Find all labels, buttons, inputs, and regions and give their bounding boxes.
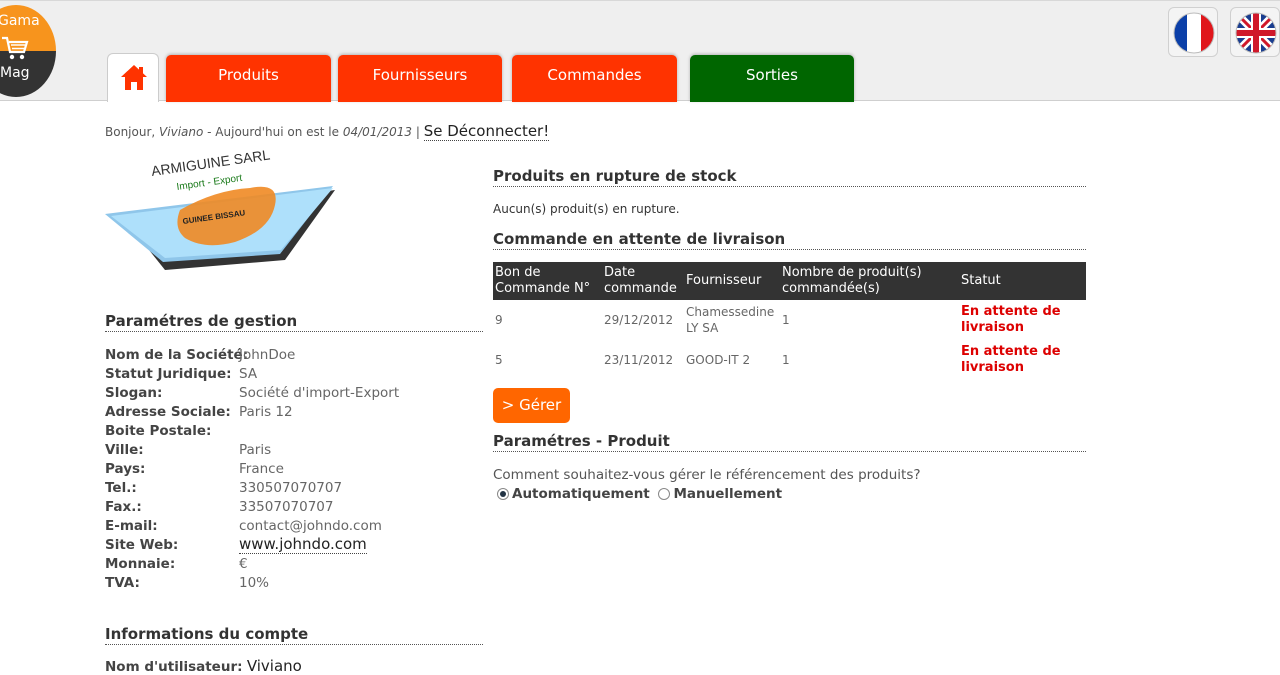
- cell-order-date: 29/12/2012: [604, 313, 674, 327]
- param-value: 330507070707: [239, 480, 343, 496]
- radio-auto-label: Automatiquement: [512, 486, 650, 502]
- manage-orders-button[interactable]: > Gérer: [493, 388, 570, 423]
- param-value: France: [239, 461, 284, 477]
- greeting-separator: |: [415, 125, 420, 139]
- french-flag-icon: [1173, 12, 1215, 54]
- account-user-value: Viviano: [246, 657, 302, 675]
- logo-text-bottom: Mag: [0, 65, 30, 81]
- app-logo[interactable]: Gama Mag: [0, 5, 56, 97]
- logout-link[interactable]: Se Déconnecter!: [423, 122, 550, 141]
- param-value: Paris 12: [239, 404, 293, 420]
- param-value: JohnDoe: [239, 347, 296, 363]
- greeting-user: Viviano: [159, 125, 204, 139]
- stock-message: Aucun(s) produit(s) en rupture.: [493, 202, 680, 216]
- account-user-label: Nom d'utilisateur:: [105, 659, 243, 675]
- cell-status: En attente de livraison: [961, 304, 1061, 335]
- cell-supplier: Chamessedine LY SA: [686, 305, 775, 335]
- param-value: €: [239, 556, 248, 572]
- tab-fournisseurs[interactable]: Fournisseurs: [338, 55, 502, 102]
- orders-table: Bon de Commande N° Date commande Fournis…: [493, 262, 1086, 380]
- col-order-number: Bon de Commande N°: [493, 262, 602, 300]
- account-user-row: Nom d'utilisateur: Viviano: [105, 657, 302, 675]
- radio-manual-label: Manuellement: [673, 486, 783, 502]
- param-value: contact@johndo.com: [239, 518, 382, 534]
- table-row[interactable]: 9 29/12/2012 Chamessedine LY SA 1 En att…: [493, 300, 1086, 340]
- greeting-hello: Bonjour,: [105, 125, 156, 139]
- product-params-section-title: Paramétres - Produit: [493, 432, 1086, 452]
- param-value: 10%: [239, 575, 270, 591]
- tab-home[interactable]: [107, 53, 159, 102]
- tab-commandes[interactable]: Commandes: [512, 55, 677, 102]
- home-icon: [121, 65, 147, 90]
- param-value: Société d'import-Export: [239, 385, 400, 401]
- param-label: TVA:: [105, 575, 140, 591]
- tab-produits[interactable]: Produits: [166, 55, 331, 102]
- company-name: ARMIGUINE SARL: [150, 150, 271, 179]
- greeting-date-prefix: - Aujourd'hui on est le: [207, 125, 340, 139]
- param-value: Paris: [239, 442, 272, 458]
- param-label: Boite Postale:: [105, 423, 212, 439]
- cell-order-number: 5: [495, 353, 503, 367]
- params-section-title: Paramétres de gestion: [105, 312, 483, 332]
- param-label: Statut Juridique:: [105, 366, 232, 382]
- param-label: Adresse Sociale:: [105, 404, 231, 420]
- table-row[interactable]: 5 23/11/2012 GOOD-IT 2 1 En attente de l…: [493, 340, 1086, 380]
- param-label: Nom de la Société:: [105, 347, 249, 363]
- orders-section-title: Commande en attente de livraison: [493, 230, 1086, 250]
- language-english-button[interactable]: [1230, 7, 1280, 57]
- param-label: Ville:: [105, 442, 144, 458]
- greeting-date: 04/01/2013: [342, 125, 413, 139]
- uk-flag-icon: [1235, 12, 1277, 54]
- cell-quantity: 1: [782, 353, 790, 367]
- cell-order-number: 9: [495, 313, 503, 327]
- param-label: Slogan:: [105, 385, 163, 401]
- referencing-options: Automatiquement Manuellement: [497, 486, 782, 502]
- radio-auto[interactable]: [497, 488, 509, 500]
- param-label: Fax.:: [105, 499, 142, 515]
- stock-section-title: Produits en rupture de stock: [493, 167, 1086, 187]
- orders-table-header: Bon de Commande N° Date commande Fournis…: [493, 262, 1086, 300]
- col-supplier: Fournisseur: [684, 262, 780, 300]
- company-logo: ARMIGUINE SARL Import - Export GUINEE BI…: [105, 150, 335, 270]
- param-label: Site Web:: [105, 537, 179, 553]
- param-label: Monnaie:: [105, 556, 176, 572]
- param-label: E-mail:: [105, 518, 158, 534]
- param-value: 33507070707: [239, 499, 334, 515]
- cell-supplier: GOOD-IT 2: [686, 353, 751, 367]
- col-quantity: Nombre de produit(s) commandée(s): [780, 262, 959, 300]
- cell-status: En attente de livraison: [961, 344, 1061, 375]
- logo-text-top: Gama: [0, 13, 40, 29]
- top-navigation-bar: Gama Mag Produits Fournisseurs Commandes…: [0, 0, 1280, 102]
- col-status: Statut: [959, 262, 1086, 300]
- greeting-line: Bonjour, Viviano - Aujourd'hui on est le…: [105, 122, 550, 141]
- website-link[interactable]: www.johndo.com: [239, 535, 367, 554]
- cell-order-date: 23/11/2012: [604, 353, 674, 367]
- param-value: SA: [239, 366, 258, 382]
- company-tagline: Import - Export: [176, 173, 243, 193]
- param-label: Pays:: [105, 461, 146, 477]
- account-section-title: Informations du compte: [105, 625, 483, 645]
- col-order-date: Date commande: [602, 262, 684, 300]
- shopping-cart-icon: [2, 36, 29, 60]
- cell-quantity: 1: [782, 313, 790, 327]
- product-params-question: Comment souhaitez-vous gérer le référenc…: [493, 467, 921, 483]
- param-label: Tel.:: [105, 480, 137, 496]
- tab-sorties[interactable]: Sorties: [690, 55, 854, 102]
- language-french-button[interactable]: [1168, 7, 1218, 57]
- radio-manual[interactable]: [658, 488, 671, 500]
